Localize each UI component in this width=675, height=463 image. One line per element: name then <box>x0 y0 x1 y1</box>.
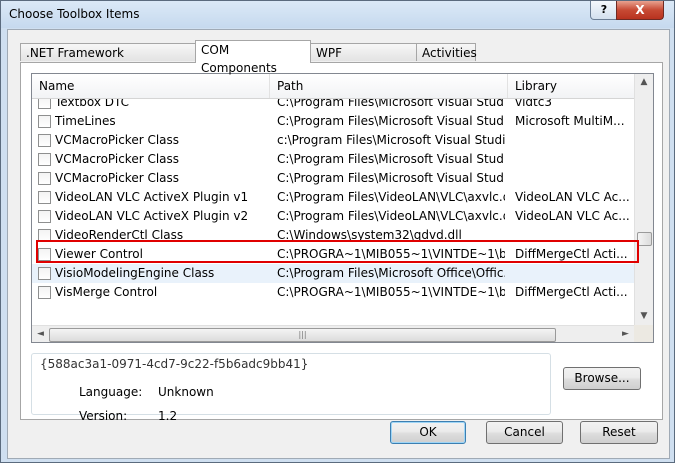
row-checkbox[interactable] <box>38 286 51 299</box>
column-header-library[interactable]: Library <box>508 74 634 98</box>
list-item[interactable]: VCMacroPicker Class C:\Program Files\Micr… <box>32 169 634 188</box>
row-checkbox[interactable] <box>38 191 51 204</box>
version-value: 1.2 <box>158 409 178 423</box>
row-path: c:\Program Files\Microsoft Visual Studio… <box>277 133 505 147</box>
reset-button[interactable]: Reset <box>580 421 658 444</box>
row-library: DiffMergeCtl Acti... <box>515 247 628 261</box>
row-library <box>515 264 633 283</box>
row-path: C:\PROGRA~1\MIB055~1\VINTDE~1\bin... <box>277 247 505 261</box>
row-name: VideoLAN VLC ActiveX Plugin v2 <box>55 209 249 223</box>
row-path: C:\Program Files\Microsoft Visual Studio… <box>277 114 505 128</box>
row-name: Viewer Control <box>55 247 143 261</box>
components-list[interactable]: Name Path Library Textbox DTC C:\Program … <box>31 73 654 343</box>
list-item[interactable]: VideoLAN VLC ActiveX Plugin v2 C:\Program… <box>32 207 634 226</box>
list-item[interactable]: Textbox DTC C:\Program Files\Microsoft Vi… <box>32 99 634 112</box>
row-path: C:\PROGRA~1\MIB055~1\VINTDE~1\bin... <box>277 285 505 299</box>
row-checkbox[interactable] <box>38 267 51 280</box>
row-checkbox[interactable] <box>38 115 51 128</box>
version-label: Version: <box>79 409 128 423</box>
list-item[interactable]: TimeLines C:\Program Files\Microsoft Visu… <box>32 112 634 131</box>
window-title: Choose Toolbox Items <box>9 7 140 21</box>
row-library <box>515 131 633 150</box>
component-info-box: {588ac3a1-0971-4cd7-9c22-f5b6adc9bb41} L… <box>31 353 551 423</box>
horizontal-scroll-thumb[interactable]: ||| <box>49 328 556 342</box>
row-name: VisMerge Control <box>55 285 158 299</box>
component-guid: {588ac3a1-0971-4cd7-9c22-f5b6adc9bb41} <box>40 357 309 371</box>
scroll-up-arrow-icon[interactable]: ▲ <box>635 74 653 91</box>
list-header: Name Path Library <box>32 74 634 99</box>
scroll-right-arrow-icon[interactable]: ► <box>617 326 634 342</box>
list-item[interactable]: VisioModelingEngine Class C:\Program File… <box>32 264 634 283</box>
list-item[interactable]: VideoRenderCtl Class C:\Windows\system32\… <box>32 226 634 245</box>
row-path: C:\Program Files\Microsoft Visual Studio… <box>277 152 505 166</box>
language-label: Language: <box>79 385 143 399</box>
cancel-button[interactable]: Cancel <box>486 421 563 444</box>
row-name: TimeLines <box>55 114 116 128</box>
tab-com-components[interactable]: COM Components <box>195 40 311 75</box>
row-path: C:\Program Files\VideoLAN\VLC\axvlc.dll <box>277 190 505 204</box>
close-button[interactable]: X <box>616 1 664 20</box>
ok-button[interactable]: OK <box>390 421 466 444</box>
title-bar[interactable]: Choose Toolbox Items ? X <box>1 1 674 28</box>
horizontal-scrollbar[interactable]: ◄ ||| ► <box>32 325 634 342</box>
list-item[interactable]: Viewer Control C:\PROGRA~1\MIB055~1\VINTD… <box>32 245 634 264</box>
list-item[interactable]: VCMacroPicker Class C:\Program Files\Micr… <box>32 150 634 169</box>
row-library: vidtc3 <box>515 99 552 109</box>
row-checkbox[interactable] <box>38 248 51 261</box>
tab-wpf-components[interactable]: WPF Components <box>310 43 417 78</box>
row-name: Textbox DTC <box>55 99 130 109</box>
row-name: VCMacroPicker Class <box>55 152 180 166</box>
scroll-down-arrow-icon[interactable]: ▼ <box>635 308 653 325</box>
row-checkbox[interactable] <box>38 229 51 242</box>
list-rows: Textbox DTC C:\Program Files\Microsoft Vi… <box>32 99 634 325</box>
row-path: C:\Program Files\Microsoft Office\Offic.… <box>277 266 505 280</box>
row-checkbox[interactable] <box>38 99 51 109</box>
scroll-left-arrow-icon[interactable]: ◄ <box>32 326 49 342</box>
row-library: VideoLAN VLC Ac... <box>515 190 630 204</box>
row-path: C:\Program Files\VideoLAN\VLC\axvlc.dll <box>277 209 505 223</box>
row-name: VideoRenderCtl Class <box>55 228 184 242</box>
help-button[interactable]: ? <box>590 1 618 20</box>
tab-net-framework-components[interactable]: .NET Framework Components <box>20 43 196 78</box>
row-library: DiffMergeCtl Acti... <box>515 285 628 299</box>
row-checkbox[interactable] <box>38 210 51 223</box>
row-path: C:\Windows\system32\qdvd.dll <box>277 228 462 242</box>
row-library <box>515 150 633 169</box>
language-value: Unknown <box>158 385 214 399</box>
row-name: VCMacroPicker Class <box>55 171 180 185</box>
row-checkbox[interactable] <box>38 172 51 185</box>
row-path: C:\Program Files\Microsoft Visual Studio… <box>277 171 505 185</box>
list-item[interactable]: VideoLAN VLC ActiveX Plugin v1 C:\Program… <box>32 188 634 207</box>
dialog-client: .NET Framework Components COM Components… <box>7 29 670 459</box>
row-library: Microsoft MultiM... <box>515 114 625 128</box>
dialog-window: Choose Toolbox Items ? X .NET Framework … <box>0 0 675 463</box>
row-name: VideoLAN VLC ActiveX Plugin v1 <box>55 190 249 204</box>
vertical-scroll-thumb[interactable] <box>637 232 652 246</box>
row-library <box>515 169 633 188</box>
list-item[interactable]: VisMerge Control C:\PROGRA~1\MIB055~1\VIN… <box>32 283 634 302</box>
row-checkbox[interactable] <box>38 153 51 166</box>
row-path: C:\Program Files\Microsoft Visual Studio… <box>277 99 505 109</box>
column-header-path[interactable]: Path <box>270 74 508 98</box>
vertical-scrollbar[interactable]: ▲ ▼ <box>634 74 653 325</box>
row-name: VCMacroPicker Class <box>55 133 180 147</box>
scrollbar-corner <box>634 325 653 342</box>
browse-button[interactable]: Browse... <box>563 367 641 390</box>
row-checkbox[interactable] <box>38 134 51 147</box>
list-item[interactable]: VCMacroPicker Class c:\Program Files\Micr… <box>32 131 634 150</box>
row-library: VideoLAN VLC Ac... <box>515 209 630 223</box>
row-library <box>515 226 633 245</box>
column-header-name[interactable]: Name <box>32 74 270 98</box>
tab-activities[interactable]: Activities <box>416 43 477 61</box>
row-name: VisioModelingEngine Class <box>55 266 215 280</box>
com-components-panel: Name Path Library Textbox DTC C:\Program … <box>20 62 663 423</box>
